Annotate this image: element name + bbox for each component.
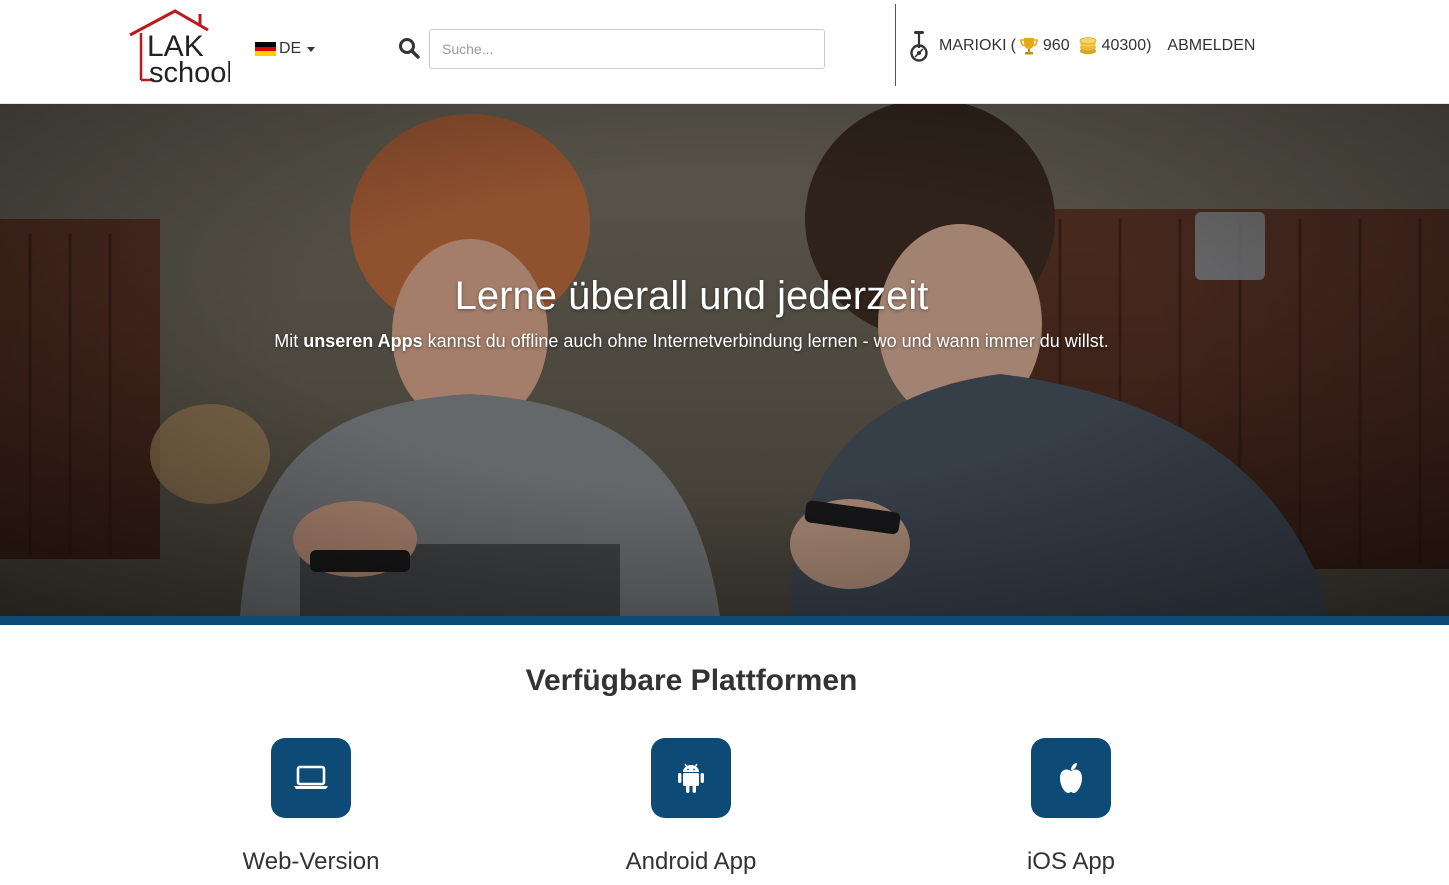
header-divider	[895, 4, 896, 86]
platform-android-label[interactable]: Android App	[591, 848, 791, 876]
platform-android-tile[interactable]	[651, 738, 731, 818]
search-icon[interactable]	[398, 37, 420, 59]
hero-banner: Lerne überall und jederzeit Mit unseren …	[0, 104, 1449, 616]
platform-ios-tile[interactable]	[1031, 738, 1111, 818]
platform-web[interactable]: Web-Version	[211, 738, 411, 876]
trophy-icon	[1020, 38, 1038, 55]
german-flag-icon	[255, 42, 276, 56]
hero-subtitle-prefix: Mit	[274, 331, 304, 351]
unicycle-avatar-icon[interactable]	[907, 30, 931, 62]
caret-down-icon	[307, 46, 316, 52]
hero-background-image	[0, 104, 1449, 616]
username[interactable]: MARIOKI	[939, 37, 1007, 55]
hero-subtitle: Mit unseren Apps kannst du offline auch …	[0, 331, 1383, 352]
android-icon	[678, 763, 704, 793]
laptop-icon	[294, 765, 328, 789]
site-header: LAK school DE MARIOKI (	[0, 0, 1449, 104]
paren-open: (	[1010, 37, 1016, 54]
hero-subtitle-bold: unseren Apps	[303, 331, 423, 351]
logo-text-school: school	[149, 57, 230, 86]
platform-android[interactable]: Android App	[591, 738, 791, 876]
coin-count: 40300)	[1101, 37, 1152, 54]
trophy-count: 960	[1042, 37, 1070, 54]
platform-ios[interactable]: iOS App	[971, 738, 1171, 876]
hero-title: Lerne überall und jederzeit	[454, 274, 929, 318]
platforms-title: Verfügbare Plattformen	[525, 664, 858, 697]
language-code: DE	[279, 40, 302, 57]
platform-web-tile[interactable]	[271, 738, 351, 818]
hero-bottom-bar	[0, 616, 1449, 625]
coins-icon	[1079, 37, 1096, 55]
language-selector[interactable]: DE	[255, 38, 316, 60]
platform-ios-label[interactable]: iOS App	[971, 848, 1171, 876]
logout-link[interactable]: ABMELDEN	[1167, 37, 1255, 55]
search-input[interactable]	[429, 29, 825, 69]
lakschool-logo[interactable]: LAK school	[128, 8, 233, 89]
platform-web-label[interactable]: Web-Version	[211, 848, 411, 876]
hero-subtitle-suffix: kannst du offline auch ohne Internetverb…	[422, 331, 1109, 351]
user-info: MARIOKI ( 960 40300) ABMELDEN	[907, 30, 1255, 62]
apple-icon	[1060, 763, 1082, 793]
